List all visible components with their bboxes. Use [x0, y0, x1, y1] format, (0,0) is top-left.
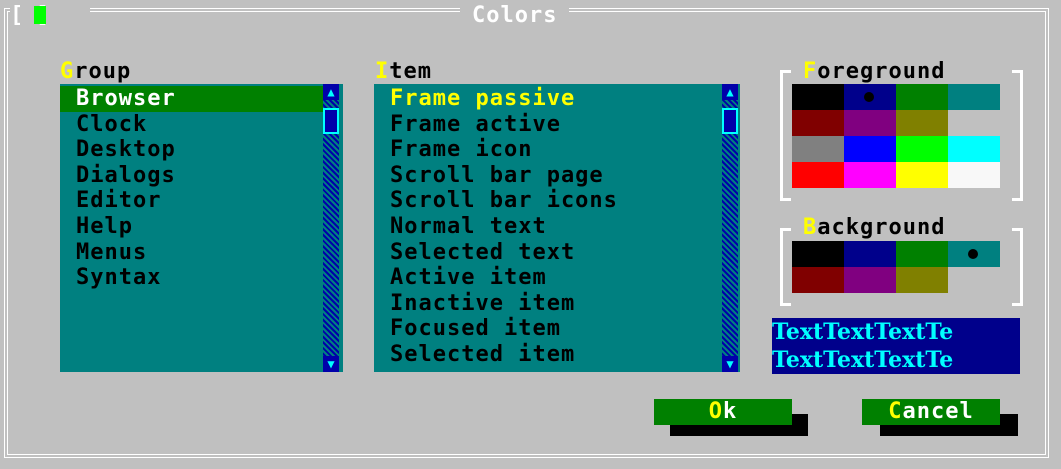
cancel-button[interactable]: Cancel — [862, 399, 1000, 425]
foreground-label-hotkey: F — [803, 59, 818, 84]
color-swatch[interactable] — [792, 241, 844, 267]
scroll-down-icon[interactable]: ▼ — [722, 356, 738, 372]
group-label-text: roup — [74, 59, 132, 84]
colors-dialog: [ ] Colors Group ▲ ▼ Browser Clock Desktop… — [0, 0, 1061, 469]
list-item[interactable]: Menus — [60, 240, 323, 266]
list-item[interactable]: Browser — [60, 86, 323, 112]
item-label-text: tem — [389, 59, 432, 84]
color-swatch[interactable] — [844, 110, 896, 136]
scroll-up-icon[interactable]: ▲ — [722, 84, 738, 100]
color-swatch[interactable] — [792, 267, 844, 293]
close-icon — [34, 6, 46, 24]
foreground-bracket-right — [1012, 70, 1023, 201]
item-listbox[interactable]: ▲ ▼ Frame passive Frame active Frame icon S… — [374, 84, 740, 372]
color-swatch[interactable] — [896, 110, 948, 136]
ok-button-label: k — [723, 399, 738, 424]
list-item[interactable]: Frame active — [374, 112, 722, 138]
color-swatch[interactable] — [896, 241, 948, 267]
color-swatch[interactable] — [948, 241, 1000, 267]
dialog-title: Colors — [460, 2, 570, 30]
item-label: Item — [375, 60, 432, 84]
color-swatch[interactable] — [844, 136, 896, 162]
list-item[interactable]: Normal text — [374, 214, 722, 240]
list-item[interactable]: Focused item — [374, 316, 722, 342]
list-item[interactable]: Dialogs — [60, 163, 323, 189]
scroll-thumb[interactable] — [722, 108, 738, 134]
color-swatch[interactable] — [844, 241, 896, 267]
selected-dot-icon — [968, 249, 978, 259]
color-swatch[interactable] — [792, 162, 844, 188]
list-item[interactable]: Selected text — [374, 240, 722, 266]
ok-button[interactable]: Ok — [654, 399, 792, 425]
color-swatch[interactable] — [792, 136, 844, 162]
scroll-thumb[interactable] — [323, 108, 339, 134]
foreground-label-text: oreground — [817, 59, 946, 84]
selected-dot-icon — [864, 92, 874, 102]
foreground-label: Foreground — [793, 59, 950, 84]
color-swatch[interactable] — [896, 162, 948, 188]
sample-text-line-2: TextTextTextTe — [772, 347, 954, 373]
list-item[interactable]: Desktop — [60, 137, 323, 163]
item-label-hotkey: I — [375, 59, 390, 84]
list-item[interactable]: Frame icon — [374, 137, 722, 163]
color-swatch[interactable] — [948, 84, 1000, 110]
scroll-down-icon[interactable]: ▼ — [323, 356, 339, 372]
scroll-up-icon[interactable]: ▲ — [323, 84, 339, 100]
list-item[interactable]: Scroll bar page — [374, 163, 722, 189]
color-swatch[interactable] — [844, 84, 896, 110]
color-swatch[interactable] — [948, 136, 1000, 162]
list-item[interactable]: Scroll bar icons — [374, 188, 722, 214]
group-label-hotkey: G — [60, 59, 75, 84]
color-swatch[interactable] — [948, 110, 1000, 136]
color-swatch[interactable] — [792, 84, 844, 110]
sample-text-line-1: TextTextTextTe — [772, 319, 954, 345]
ok-button-hotkey: O — [708, 399, 723, 424]
group-listbox[interactable]: ▲ ▼ Browser Clock Desktop Dialogs Editor Help… — [60, 84, 343, 372]
close-button[interactable]: [ ] — [10, 3, 90, 29]
background-bracket-right — [1012, 228, 1023, 306]
background-label-hotkey: B — [803, 215, 818, 240]
color-swatch[interactable] — [896, 136, 948, 162]
foreground-bracket-left — [780, 70, 791, 201]
list-item[interactable]: Inactive item — [374, 291, 722, 317]
color-swatch[interactable] — [896, 267, 948, 293]
background-label: Background — [793, 215, 950, 240]
list-item[interactable]: Active item — [374, 265, 722, 291]
cancel-button-hotkey: C — [888, 399, 903, 424]
list-item[interactable]: Frame passive — [374, 86, 722, 112]
color-swatch[interactable] — [844, 162, 896, 188]
cancel-button-label: ancel — [902, 399, 974, 424]
background-label-text: ackground — [817, 215, 946, 240]
color-swatch[interactable] — [844, 267, 896, 293]
item-scrollbar[interactable]: ▲ ▼ — [722, 84, 738, 372]
color-swatch[interactable] — [896, 84, 948, 110]
list-item[interactable]: Selected item — [374, 342, 722, 368]
group-label: Group — [60, 60, 131, 84]
color-swatch[interactable] — [948, 162, 1000, 188]
list-item[interactable]: Clock — [60, 112, 323, 138]
group-scrollbar[interactable]: ▲ ▼ — [323, 84, 339, 372]
color-sample: TextTextTextTe TextTextTextTe — [772, 318, 1020, 374]
list-item[interactable]: Help — [60, 214, 323, 240]
list-item[interactable]: Editor — [60, 188, 323, 214]
color-swatch[interactable] — [792, 110, 844, 136]
background-palette[interactable] — [792, 241, 1000, 293]
foreground-palette[interactable] — [792, 84, 1000, 188]
background-bracket-left — [780, 228, 791, 306]
list-item[interactable]: Syntax — [60, 265, 323, 291]
